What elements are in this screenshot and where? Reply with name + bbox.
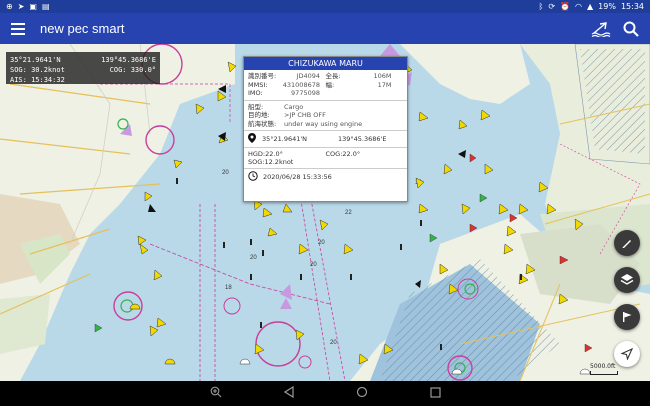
svg-text:22: 22 — [345, 210, 352, 216]
length-label: 全長: — [325, 72, 341, 80]
waves-chart-icon[interactable] — [586, 13, 616, 44]
cog-readout: COG: 330.0° — [109, 66, 156, 74]
navigation-arrow-icon — [620, 345, 634, 364]
image-icon: ▤ — [41, 2, 50, 11]
ship-type-label: 船型: — [248, 102, 264, 111]
layers-icon — [620, 271, 634, 290]
width-label: 幅: — [325, 80, 335, 89]
status-bar: ⊕ ➤ ▣ ▤ ᛒ ⟳ ⏰ ◠ ▲ 19% 15:34 — [0, 0, 650, 13]
wifi-icon: ◠ — [575, 2, 582, 11]
ais-time-readout: AIS: 15:34:32 — [10, 76, 65, 84]
mmsi-label: MMSI: — [248, 80, 268, 89]
width-value: 17M — [377, 80, 392, 89]
signal-icon: ▲ — [587, 2, 594, 11]
vessel-name: CHIZUKAWA MARU — [244, 57, 407, 70]
scale-bar — [590, 371, 618, 375]
alarm-icon: ⏰ — [560, 2, 571, 11]
svg-text:20: 20 — [330, 340, 337, 346]
waypoint-flag-button[interactable] — [614, 304, 640, 330]
length-value: 106M — [373, 72, 392, 80]
bluetooth-icon: ᛒ — [538, 2, 544, 11]
report-timestamp: 2020/06/28 15:33:56 — [263, 173, 332, 181]
vessel-longitude: 139°45.3686'E — [338, 135, 387, 143]
app-bar: new pec smart — [0, 13, 650, 44]
search-icon[interactable] — [616, 13, 646, 44]
svg-text:20: 20 — [250, 255, 257, 261]
nav-status-value: under way using engine — [284, 119, 363, 128]
draw-tool-button[interactable] — [614, 230, 640, 256]
position-readout: 35°21.9641'N 139°45.3686'E SOG: 30.2knot… — [6, 52, 160, 84]
flag-icon — [621, 308, 633, 327]
location-icon: ➤ — [17, 2, 25, 11]
svg-text:20: 20 — [318, 240, 325, 246]
id-value: JD4094 — [296, 72, 320, 80]
destination-label: 目的地: — [248, 111, 270, 119]
heading-value: HGD:22.0° — [248, 150, 283, 158]
nav-status-label: 航海状態: — [248, 119, 277, 128]
menu-icon[interactable] — [0, 13, 36, 44]
vessel-latitude: 35°21.9641'N — [262, 135, 308, 143]
sog-value: SOG:12.2knot — [248, 158, 294, 166]
clock-icon — [248, 171, 258, 183]
app-title: new pec smart — [40, 21, 125, 36]
svg-text:18: 18 — [225, 285, 232, 291]
wifi-assist-icon: ⊕ — [6, 2, 13, 11]
mmsi-value: 431008678 — [282, 80, 320, 89]
back-icon[interactable] — [283, 385, 294, 401]
scale-label: 5000.0ft — [590, 363, 616, 370]
destination-value: >JP CHB OFF — [284, 111, 326, 119]
battery-label: 19% — [598, 2, 616, 11]
id-label: 識別番号: — [248, 72, 277, 80]
recents-icon[interactable] — [429, 386, 441, 401]
sync-icon: ⟳ — [548, 2, 556, 11]
imo-value: 9775098 — [291, 89, 320, 97]
sog-readout: SOG: 30.2knot — [10, 66, 65, 74]
svg-text:20: 20 — [310, 262, 317, 268]
vessel-info-popup[interactable]: CHIZUKAWA MARU 識別番号: JD4094 全長: 106M MMSI:… — [243, 56, 408, 202]
latitude-readout: 35°21.9641'N — [10, 56, 61, 64]
pencil-icon — [621, 234, 633, 253]
layers-button[interactable] — [614, 267, 640, 293]
ship-type-value: Cargo — [284, 102, 304, 111]
data-icon: ▣ — [29, 2, 37, 11]
cog-value: COG:22.0° — [325, 150, 361, 158]
zoom-nav-icon[interactable] — [210, 386, 222, 401]
svg-text:20: 20 — [222, 170, 229, 176]
clock: 15:34 — [620, 2, 644, 11]
location-pin-icon — [248, 133, 256, 145]
home-icon[interactable] — [356, 386, 368, 401]
map-scale: 5000.0ft — [590, 363, 618, 375]
longitude-readout: 139°45.3686'E — [101, 56, 156, 64]
system-nav-bar — [0, 381, 650, 406]
imo-label: IMO: — [248, 89, 263, 97]
